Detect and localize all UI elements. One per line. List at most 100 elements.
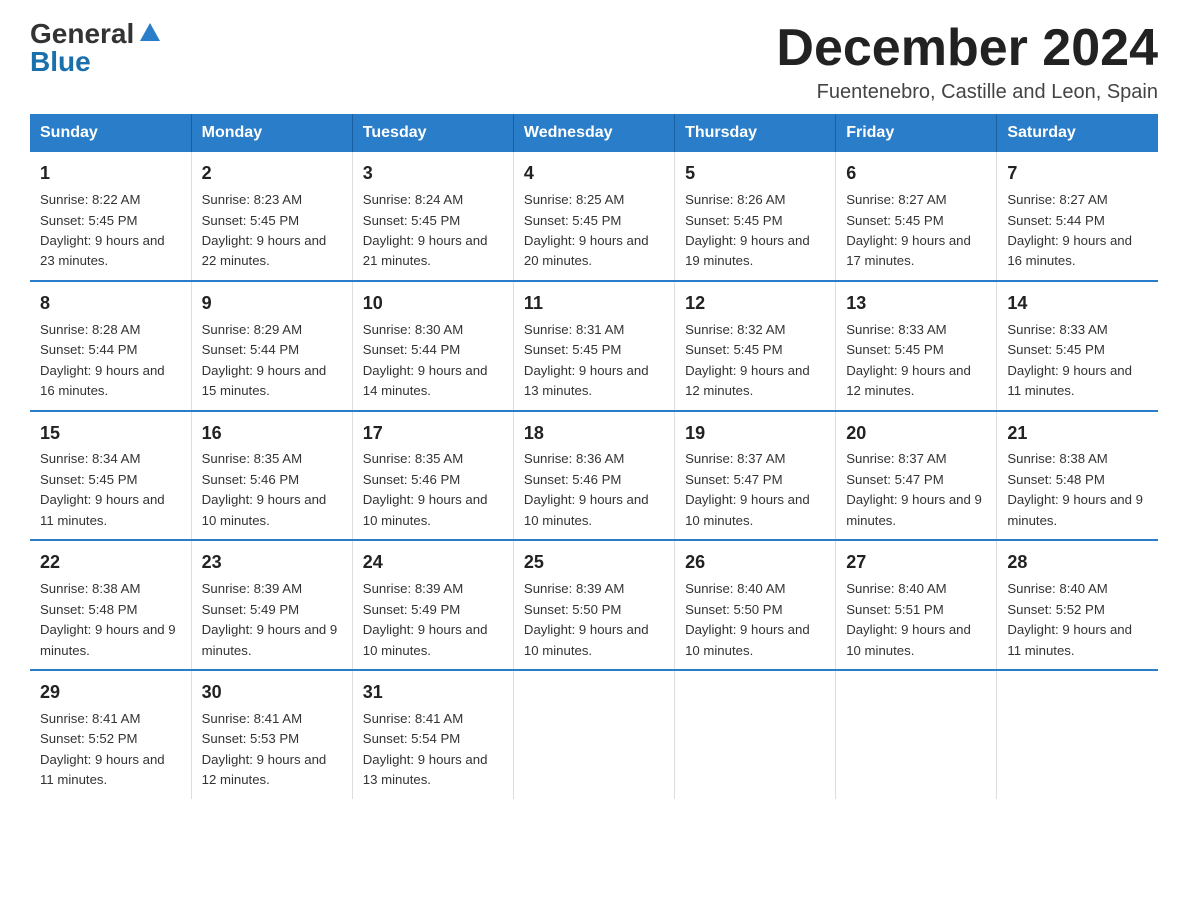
day-number: 21: [1007, 420, 1148, 448]
day-info: Sunrise: 8:23 AMSunset: 5:45 PMDaylight:…: [202, 190, 342, 272]
day-info: Sunrise: 8:35 AMSunset: 5:46 PMDaylight:…: [363, 449, 503, 531]
day-info: Sunrise: 8:27 AMSunset: 5:45 PMDaylight:…: [846, 190, 986, 272]
day-number: 1: [40, 160, 181, 188]
day-number: 7: [1007, 160, 1148, 188]
calendar-cell: 4Sunrise: 8:25 AMSunset: 5:45 PMDaylight…: [513, 152, 674, 281]
month-title: December 2024: [776, 20, 1158, 77]
calendar-cell: 3Sunrise: 8:24 AMSunset: 5:45 PMDaylight…: [352, 152, 513, 281]
logo-general-text: General: [30, 20, 134, 48]
day-number: 31: [363, 679, 503, 707]
day-info: Sunrise: 8:39 AMSunset: 5:50 PMDaylight:…: [524, 579, 664, 661]
week-row-3: 15Sunrise: 8:34 AMSunset: 5:45 PMDayligh…: [30, 411, 1158, 541]
day-info: Sunrise: 8:37 AMSunset: 5:47 PMDaylight:…: [685, 449, 825, 531]
day-number: 2: [202, 160, 342, 188]
title-block: December 2024 Fuentenebro, Castille and …: [776, 20, 1158, 104]
day-number: 12: [685, 290, 825, 318]
calendar-cell: [675, 670, 836, 799]
header-tuesday: Tuesday: [352, 114, 513, 152]
day-number: 17: [363, 420, 503, 448]
day-number: 23: [202, 549, 342, 577]
calendar-cell: [997, 670, 1158, 799]
day-number: 29: [40, 679, 181, 707]
week-row-4: 22Sunrise: 8:38 AMSunset: 5:48 PMDayligh…: [30, 540, 1158, 670]
day-number: 16: [202, 420, 342, 448]
day-number: 13: [846, 290, 986, 318]
day-number: 19: [685, 420, 825, 448]
page-header: General Blue December 2024 Fuentenebro, …: [30, 20, 1158, 104]
day-info: Sunrise: 8:37 AMSunset: 5:47 PMDaylight:…: [846, 449, 986, 531]
header-sunday: Sunday: [30, 114, 191, 152]
calendar-cell: 12Sunrise: 8:32 AMSunset: 5:45 PMDayligh…: [675, 281, 836, 411]
logo: General Blue: [30, 20, 162, 76]
day-info: Sunrise: 8:39 AMSunset: 5:49 PMDaylight:…: [363, 579, 503, 661]
calendar-header: SundayMondayTuesdayWednesdayThursdayFrid…: [30, 114, 1158, 152]
calendar-cell: 10Sunrise: 8:30 AMSunset: 5:44 PMDayligh…: [352, 281, 513, 411]
day-number: 11: [524, 290, 664, 318]
day-info: Sunrise: 8:33 AMSunset: 5:45 PMDaylight:…: [1007, 320, 1148, 402]
calendar-cell: 29Sunrise: 8:41 AMSunset: 5:52 PMDayligh…: [30, 670, 191, 799]
day-info: Sunrise: 8:28 AMSunset: 5:44 PMDaylight:…: [40, 320, 181, 402]
calendar-cell: 13Sunrise: 8:33 AMSunset: 5:45 PMDayligh…: [836, 281, 997, 411]
calendar-cell: 9Sunrise: 8:29 AMSunset: 5:44 PMDaylight…: [191, 281, 352, 411]
day-info: Sunrise: 8:29 AMSunset: 5:44 PMDaylight:…: [202, 320, 342, 402]
day-number: 24: [363, 549, 503, 577]
day-info: Sunrise: 8:41 AMSunset: 5:54 PMDaylight:…: [363, 709, 503, 791]
day-info: Sunrise: 8:22 AMSunset: 5:45 PMDaylight:…: [40, 190, 181, 272]
header-friday: Friday: [836, 114, 997, 152]
day-number: 28: [1007, 549, 1148, 577]
calendar-cell: 1Sunrise: 8:22 AMSunset: 5:45 PMDaylight…: [30, 152, 191, 281]
calendar-cell: [513, 670, 674, 799]
day-number: 25: [524, 549, 664, 577]
header-row: SundayMondayTuesdayWednesdayThursdayFrid…: [30, 114, 1158, 152]
day-info: Sunrise: 8:35 AMSunset: 5:46 PMDaylight:…: [202, 449, 342, 531]
day-info: Sunrise: 8:27 AMSunset: 5:44 PMDaylight:…: [1007, 190, 1148, 272]
day-number: 18: [524, 420, 664, 448]
day-number: 5: [685, 160, 825, 188]
day-info: Sunrise: 8:32 AMSunset: 5:45 PMDaylight:…: [685, 320, 825, 402]
day-number: 27: [846, 549, 986, 577]
header-wednesday: Wednesday: [513, 114, 674, 152]
logo-blue-text: Blue: [30, 48, 91, 76]
logo-triangle-icon: [138, 21, 162, 43]
day-number: 26: [685, 549, 825, 577]
calendar-cell: 8Sunrise: 8:28 AMSunset: 5:44 PMDaylight…: [30, 281, 191, 411]
calendar-cell: 14Sunrise: 8:33 AMSunset: 5:45 PMDayligh…: [997, 281, 1158, 411]
calendar-body: 1Sunrise: 8:22 AMSunset: 5:45 PMDaylight…: [30, 152, 1158, 799]
calendar-cell: [836, 670, 997, 799]
header-saturday: Saturday: [997, 114, 1158, 152]
calendar-cell: 15Sunrise: 8:34 AMSunset: 5:45 PMDayligh…: [30, 411, 191, 541]
day-info: Sunrise: 8:39 AMSunset: 5:49 PMDaylight:…: [202, 579, 342, 661]
week-row-2: 8Sunrise: 8:28 AMSunset: 5:44 PMDaylight…: [30, 281, 1158, 411]
day-info: Sunrise: 8:30 AMSunset: 5:44 PMDaylight:…: [363, 320, 503, 402]
calendar-cell: 23Sunrise: 8:39 AMSunset: 5:49 PMDayligh…: [191, 540, 352, 670]
week-row-5: 29Sunrise: 8:41 AMSunset: 5:52 PMDayligh…: [30, 670, 1158, 799]
day-info: Sunrise: 8:38 AMSunset: 5:48 PMDaylight:…: [1007, 449, 1148, 531]
calendar-cell: 5Sunrise: 8:26 AMSunset: 5:45 PMDaylight…: [675, 152, 836, 281]
day-number: 4: [524, 160, 664, 188]
day-number: 9: [202, 290, 342, 318]
day-info: Sunrise: 8:41 AMSunset: 5:52 PMDaylight:…: [40, 709, 181, 791]
calendar-cell: 25Sunrise: 8:39 AMSunset: 5:50 PMDayligh…: [513, 540, 674, 670]
week-row-1: 1Sunrise: 8:22 AMSunset: 5:45 PMDaylight…: [30, 152, 1158, 281]
day-info: Sunrise: 8:26 AMSunset: 5:45 PMDaylight:…: [685, 190, 825, 272]
day-number: 20: [846, 420, 986, 448]
day-info: Sunrise: 8:40 AMSunset: 5:50 PMDaylight:…: [685, 579, 825, 661]
day-info: Sunrise: 8:25 AMSunset: 5:45 PMDaylight:…: [524, 190, 664, 272]
calendar-cell: 19Sunrise: 8:37 AMSunset: 5:47 PMDayligh…: [675, 411, 836, 541]
day-number: 3: [363, 160, 503, 188]
day-number: 14: [1007, 290, 1148, 318]
header-monday: Monday: [191, 114, 352, 152]
calendar-cell: 28Sunrise: 8:40 AMSunset: 5:52 PMDayligh…: [997, 540, 1158, 670]
day-info: Sunrise: 8:38 AMSunset: 5:48 PMDaylight:…: [40, 579, 181, 661]
calendar-cell: 16Sunrise: 8:35 AMSunset: 5:46 PMDayligh…: [191, 411, 352, 541]
day-info: Sunrise: 8:40 AMSunset: 5:52 PMDaylight:…: [1007, 579, 1148, 661]
calendar-cell: 24Sunrise: 8:39 AMSunset: 5:49 PMDayligh…: [352, 540, 513, 670]
day-info: Sunrise: 8:36 AMSunset: 5:46 PMDaylight:…: [524, 449, 664, 531]
day-number: 8: [40, 290, 181, 318]
calendar-cell: 26Sunrise: 8:40 AMSunset: 5:50 PMDayligh…: [675, 540, 836, 670]
day-number: 10: [363, 290, 503, 318]
header-thursday: Thursday: [675, 114, 836, 152]
day-info: Sunrise: 8:40 AMSunset: 5:51 PMDaylight:…: [846, 579, 986, 661]
day-number: 22: [40, 549, 181, 577]
calendar-cell: 17Sunrise: 8:35 AMSunset: 5:46 PMDayligh…: [352, 411, 513, 541]
